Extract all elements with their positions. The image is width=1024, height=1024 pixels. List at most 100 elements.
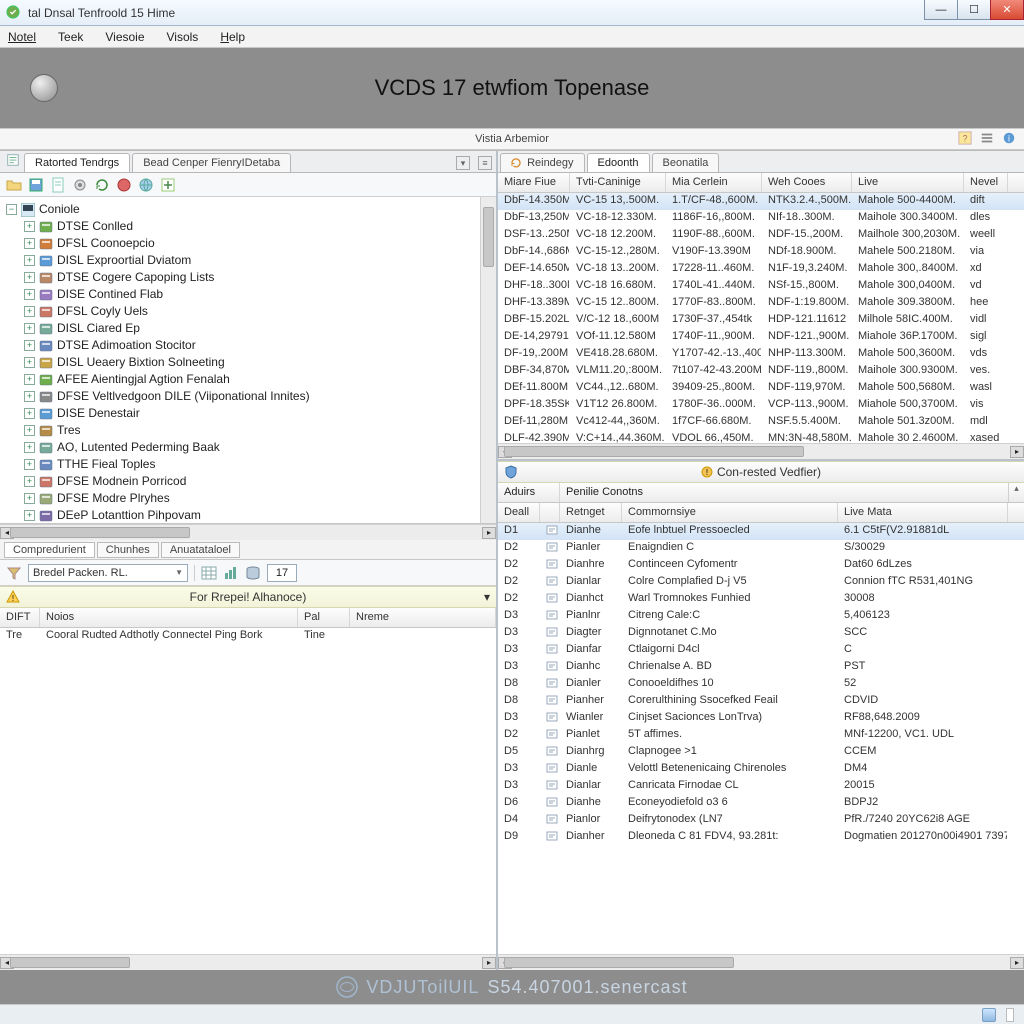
expand-icon[interactable]: + <box>24 408 35 419</box>
col-header[interactable] <box>540 503 560 522</box>
scroll-right-icon[interactable]: ▸ <box>482 527 496 539</box>
col-header[interactable]: Nreme <box>350 608 496 627</box>
tab[interactable]: Beonatila <box>652 153 720 172</box>
tree-item[interactable]: + DISL Exproortial Dviatom <box>24 252 494 269</box>
horizontal-scrollbar[interactable]: ◂ ▸ <box>498 443 1024 459</box>
tab[interactable]: Bead Cenper FienryIDetaba <box>132 153 291 172</box>
add-icon[interactable] <box>160 177 176 193</box>
scroll-right-icon[interactable]: ▸ <box>482 957 496 969</box>
left-grid-body[interactable]: TreCooral Rudted Adthotly Connectel Ping… <box>0 628 496 954</box>
stop-icon[interactable] <box>116 177 132 193</box>
menu-item[interactable]: Notel <box>8 30 36 44</box>
menu-item[interactable]: Visols <box>167 30 199 44</box>
right-top-grid-body[interactable]: DbF-14.350MVC-15 13,.500M.1.T/CF-48.,600… <box>498 193 1024 443</box>
tree-item[interactable]: + DFSL Coonoepcio <box>24 235 494 252</box>
table-row[interactable]: D1DianheEofe lnbtuel Pressoecled6.1 C5tF… <box>498 523 1024 540</box>
table-row[interactable]: DHF-13.389MVC-15 12..800M.1770F-83..800M… <box>498 295 1024 312</box>
disk-icon[interactable] <box>28 177 44 193</box>
chart-icon[interactable] <box>223 565 239 581</box>
tree-item[interactable]: + DFSE Modre Plryhes <box>24 490 494 507</box>
table-row[interactable]: DEF-14.650MVC-18 13..200M.17228-11..460M… <box>498 261 1024 278</box>
table-row[interactable]: DEf-11.800MVC44.,12..680M.39409-25.,800M… <box>498 380 1024 397</box>
table-icon[interactable] <box>201 565 217 581</box>
table-row[interactable]: D3WianlerCinjset Sacionces LonTrva)RF88,… <box>498 710 1024 727</box>
filter-icon[interactable] <box>6 565 22 581</box>
expand-icon[interactable]: + <box>24 391 35 402</box>
table-row[interactable]: DPF-18.35SKV1T12 26.800M.1780F-36..000M.… <box>498 397 1024 414</box>
col-header[interactable]: Tvti-Caninige <box>570 173 666 192</box>
expand-icon[interactable]: + <box>24 221 35 232</box>
vertical-scrollbar[interactable] <box>480 197 496 523</box>
tab-dropdown-icon[interactable]: ▾ <box>456 156 470 170</box>
col-header[interactable]: Nevel <box>964 173 1008 192</box>
globe-icon[interactable] <box>138 177 154 193</box>
table-row[interactable]: DbF-13,250MVC-18-12.330M.1186F-16,,800M.… <box>498 210 1024 227</box>
tree-item[interactable]: + DFSE Modnein Porricod <box>24 473 494 490</box>
col-header[interactable]: Noios <box>40 608 298 627</box>
col-header[interactable]: Live Mata <box>838 503 1008 522</box>
expand-icon[interactable]: + <box>24 289 35 300</box>
table-row[interactable]: D8DianlerConooeldifhes 1052 <box>498 676 1024 693</box>
table-row[interactable]: D6DianheEconeyodiefold o3 6BDPJ2 <box>498 795 1024 812</box>
table-row[interactable]: D2DianhreContinceen CyfomentrDat60 6dLze… <box>498 557 1024 574</box>
table-row[interactable]: DSF-13..250MVC-18 12.200M.1190F-88.,600M… <box>498 227 1024 244</box>
folder-icon[interactable] <box>6 177 22 193</box>
expand-icon[interactable]: + <box>24 374 35 385</box>
tree-item[interactable]: + Tres <box>24 422 494 439</box>
tree-item[interactable]: + AO, Lutented Pederming Baak <box>24 439 494 456</box>
tab[interactable]: Ratorted Tendrgs <box>24 153 130 172</box>
tree-item[interactable]: + DTSE Conlled <box>24 218 494 235</box>
menu-item[interactable]: Viesoie <box>105 30 144 44</box>
maximize-button[interactable]: ☐ <box>957 0 991 20</box>
expand-icon[interactable]: + <box>24 476 35 487</box>
tree-item[interactable]: + DISL Ciared Ep <box>24 320 494 337</box>
combo-select[interactable]: Bredel Packen. RL. ▼ <box>28 564 188 582</box>
gear-icon[interactable] <box>72 177 88 193</box>
table-row[interactable]: D2PianlerEnaigndien CS/30029 <box>498 540 1024 557</box>
table-row[interactable]: D9DianherDleoneda C 81 FDV4, 93.281t:Dog… <box>498 829 1024 846</box>
table-row[interactable]: DbF-14.,686MVC-15-12.,280M.V190F-13.390M… <box>498 244 1024 261</box>
expand-icon[interactable]: + <box>24 493 35 504</box>
expand-icon[interactable]: + <box>24 323 35 334</box>
col-header[interactable]: Pal <box>298 608 350 627</box>
right-mid-grid-body[interactable]: D1DianheEofe lnbtuel Pressoecled6.1 C5tF… <box>498 523 1024 954</box>
tree-item[interactable]: + DISE Contined Flab <box>24 286 494 303</box>
list-icon[interactable] <box>980 131 994 148</box>
refresh-icon[interactable] <box>94 177 110 193</box>
expand-icon[interactable]: + <box>24 425 35 436</box>
menu-item[interactable]: Teek <box>58 30 83 44</box>
col-header[interactable]: Retnget <box>560 503 622 522</box>
bottom-tab[interactable]: Compredurient <box>4 542 95 558</box>
table-row[interactable]: DHF-18..300MVC-18 16.680M.1740L-41..440M… <box>498 278 1024 295</box>
bottom-tab[interactable]: Anuatataloel <box>161 542 240 558</box>
col-header[interactable]: Penilie Conotns <box>560 483 1008 502</box>
number-input[interactable]: 17 <box>267 564 297 582</box>
col-header[interactable]: Live <box>852 173 964 192</box>
col-header[interactable]: Aduirs <box>498 483 560 502</box>
expand-icon[interactable]: + <box>24 357 35 368</box>
expand-icon[interactable]: + <box>24 238 35 249</box>
menu-item[interactable]: Help <box>220 30 245 44</box>
tab[interactable]: Edoonth <box>587 153 650 172</box>
scroll-up-icon[interactable]: ▴ <box>1008 483 1024 502</box>
tree-item[interactable]: + TTHE Fieal Toples <box>24 456 494 473</box>
col-header[interactable]: Deall <box>498 503 540 522</box>
col-header[interactable]: DIFT <box>0 608 40 627</box>
expand-icon[interactable]: − <box>6 204 17 215</box>
tree-item[interactable]: + AFEE Aientingjal Agtion Fenalah <box>24 371 494 388</box>
tab-menu-icon[interactable]: ≡ <box>478 156 492 170</box>
minimize-button[interactable]: — <box>924 0 958 20</box>
table-row[interactable]: D4PianlorDeifrytonodex (LN7PfR./7240 20Y… <box>498 812 1024 829</box>
table-row[interactable]: D3PianlnrCitreng Cale:C5,406123 <box>498 608 1024 625</box>
tree-item[interactable]: + DEeP Lotanttion Pihpovam <box>24 507 494 523</box>
tree-item[interactable]: + DISE Denestair <box>24 405 494 422</box>
table-row[interactable]: D3DiagterDignnotanet C.MoSCC <box>498 625 1024 642</box>
table-row[interactable]: D3DianleVelottl Betenenicaing Chirenoles… <box>498 761 1024 778</box>
col-header[interactable]: Mia Cerlein <box>666 173 762 192</box>
close-panel-icon[interactable]: ▾ <box>484 590 490 604</box>
help-icon[interactable]: ? <box>958 131 972 148</box>
table-row[interactable]: TreCooral Rudted Adthotly Connectel Ping… <box>0 628 496 645</box>
tree-item[interactable]: + DFSL Coyly Uels <box>24 303 494 320</box>
expand-icon[interactable]: + <box>24 306 35 317</box>
table-row[interactable]: D2Pianlet5T affimes.MNf-12200, VC1. UDL <box>498 727 1024 744</box>
